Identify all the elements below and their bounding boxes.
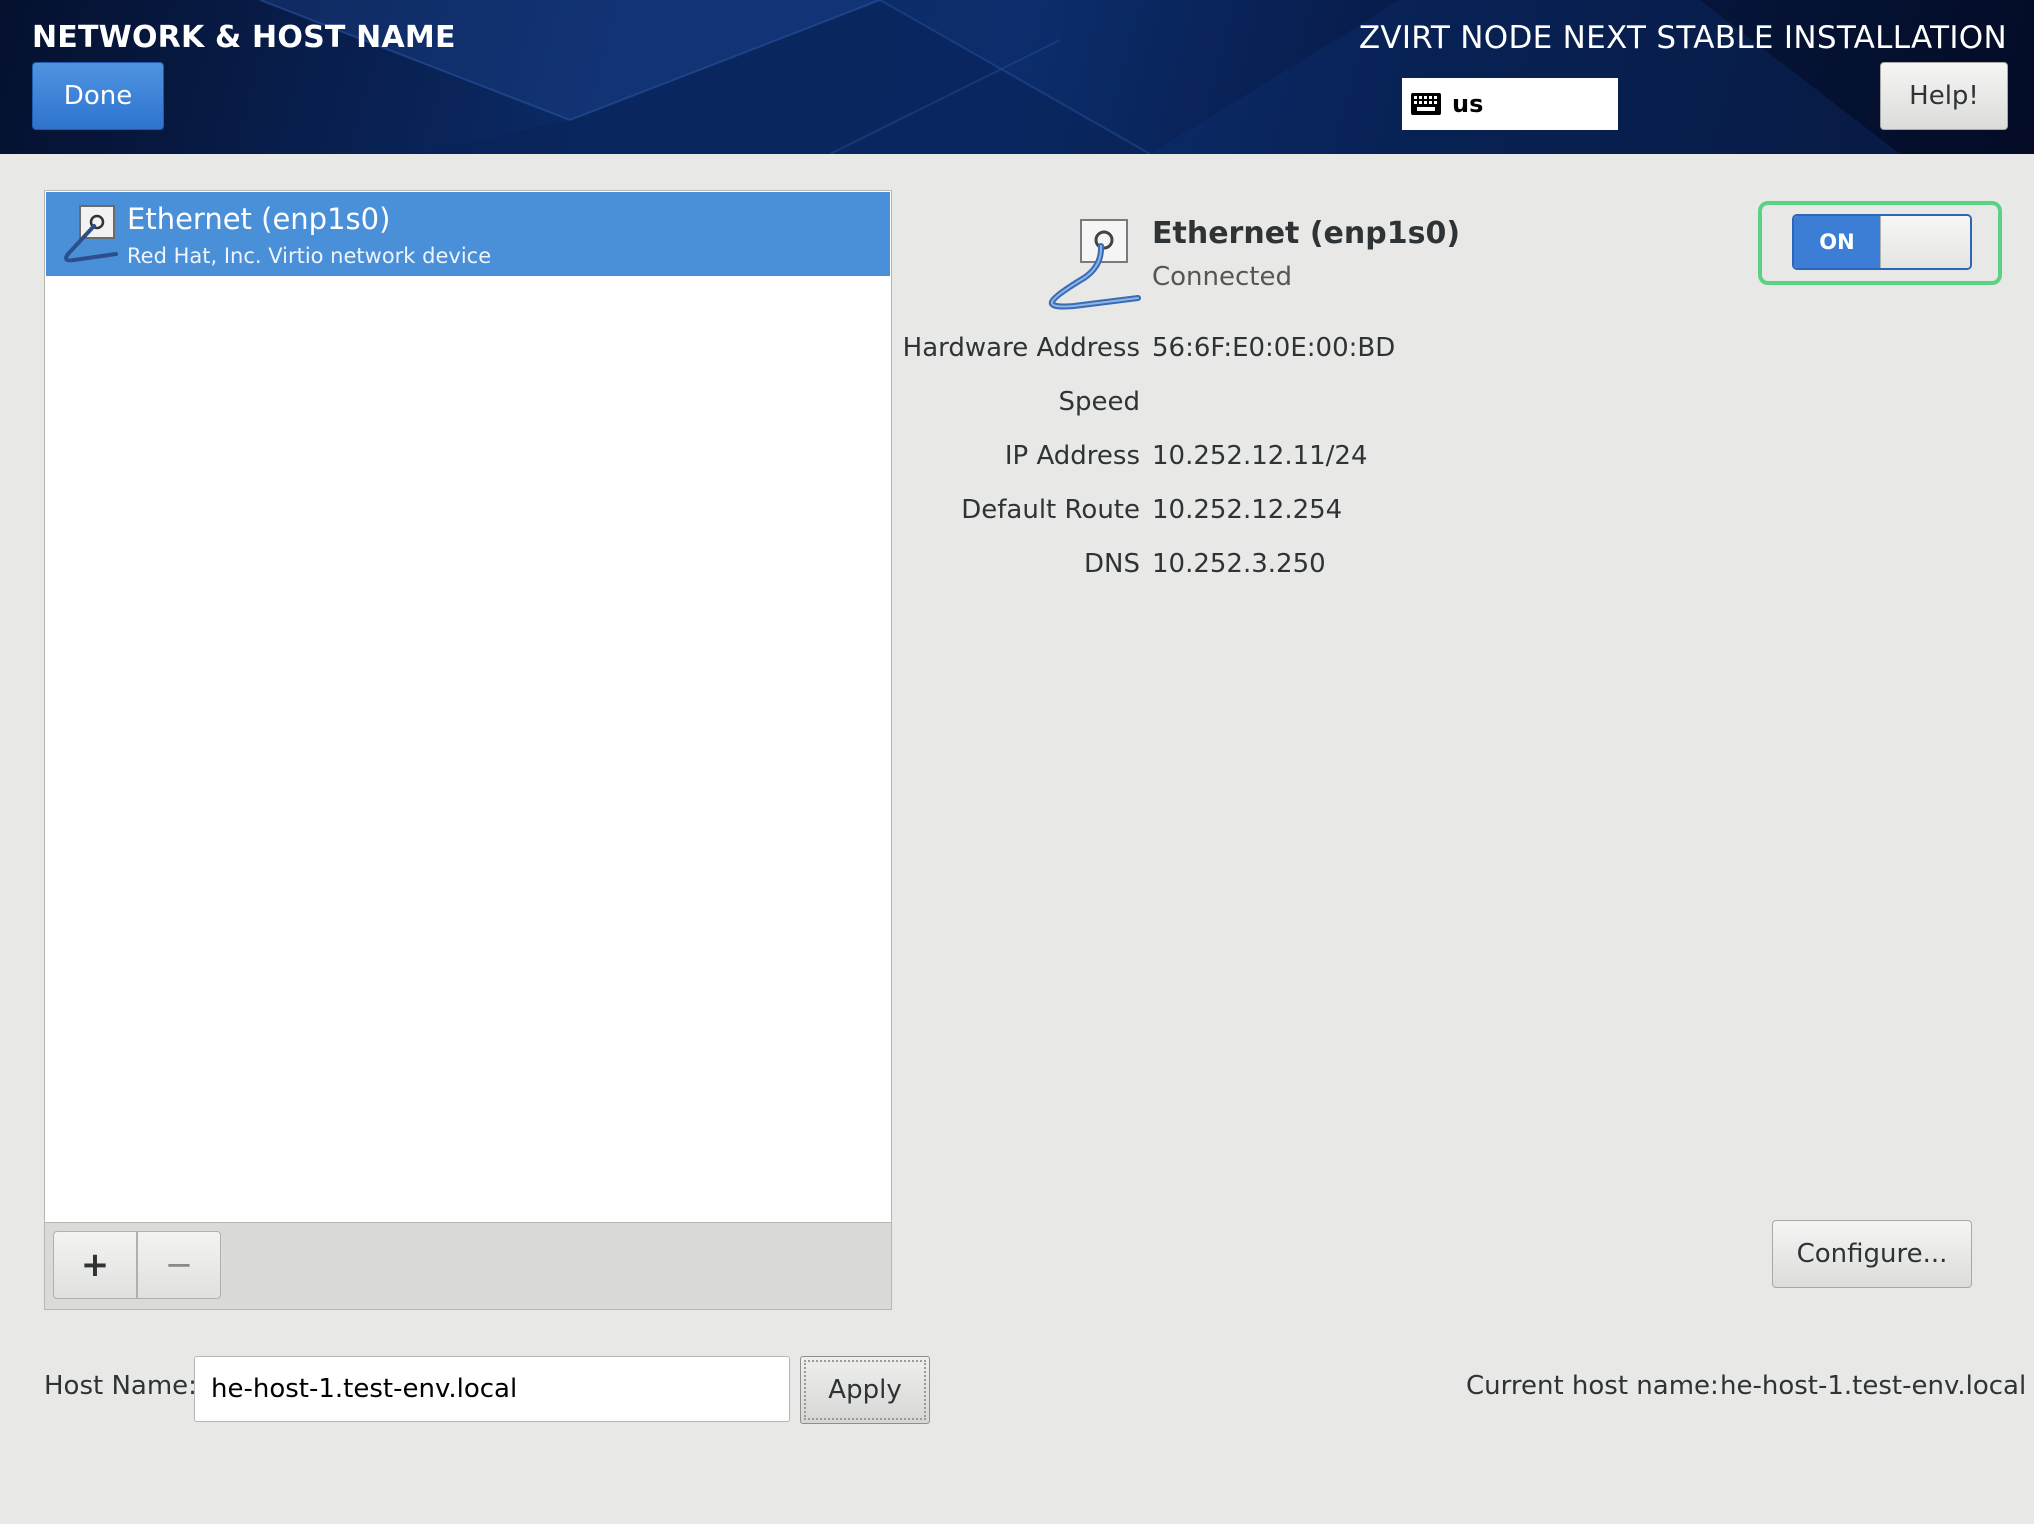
done-button[interactable]: Done <box>32 62 164 130</box>
apply-button[interactable]: Apply <box>800 1356 930 1424</box>
dns-label: DNS <box>1084 549 1140 579</box>
connection-name: Ethernet (enp1s0) <box>1152 216 1461 251</box>
ip-address-label: IP Address <box>1004 441 1140 471</box>
device-name: Ethernet (enp1s0) <box>127 202 391 236</box>
remove-device-button[interactable]: − <box>137 1231 221 1299</box>
toggle-on-label: ON <box>1794 216 1880 268</box>
add-device-button[interactable]: + <box>53 1231 137 1299</box>
network-wired-icon <box>1048 219 1141 310</box>
host-name-input[interactable] <box>194 1356 790 1422</box>
dns-value: 10.252.3.250 <box>1152 549 1326 579</box>
device-list-toolbar: + − <box>45 1222 891 1309</box>
configure-button[interactable]: Configure... <box>1772 1220 1972 1288</box>
default-route-value: 10.252.12.254 <box>1152 495 1343 525</box>
hardware-address-value: 56:6F:E0:0E:00:BD <box>1152 333 1396 363</box>
header-bar: NETWORK & HOST NAME Done ZVIRT NODE NEXT… <box>0 0 2034 154</box>
keyboard-icon <box>1411 93 1441 115</box>
product-title: ZVIRT NODE NEXT STABLE INSTALLATION <box>1358 20 2007 56</box>
speed-label: Speed <box>1058 387 1140 417</box>
device-list-item[interactable]: Ethernet (enp1s0) Red Hat, Inc. Virtio n… <box>46 192 890 276</box>
network-wired-icon <box>64 205 118 263</box>
default-route-label: Default Route <box>961 495 1140 525</box>
connection-toggle[interactable]: ON <box>1792 214 1972 270</box>
current-host-name-value: he-host-1.test-env.local <box>1720 1371 2027 1401</box>
help-button[interactable]: Help! <box>1880 62 2008 130</box>
keyboard-layout-indicator[interactable]: us <box>1402 78 1618 130</box>
keyboard-layout-label: us <box>1452 90 1484 118</box>
spoke-title: NETWORK & HOST NAME <box>32 20 456 55</box>
current-host-name-label: Current host name: <box>1466 1371 1719 1401</box>
device-description: Red Hat, Inc. Virtio network device <box>127 244 492 268</box>
device-list: Ethernet (enp1s0) Red Hat, Inc. Virtio n… <box>44 190 892 1310</box>
hardware-address-label: Hardware Address <box>902 333 1140 363</box>
ip-address-value: 10.252.12.11/24 <box>1152 441 1368 471</box>
host-name-label: Host Name: <box>44 1371 197 1401</box>
toggle-knob[interactable] <box>1880 216 1970 268</box>
connection-status: Connected <box>1152 262 1293 292</box>
